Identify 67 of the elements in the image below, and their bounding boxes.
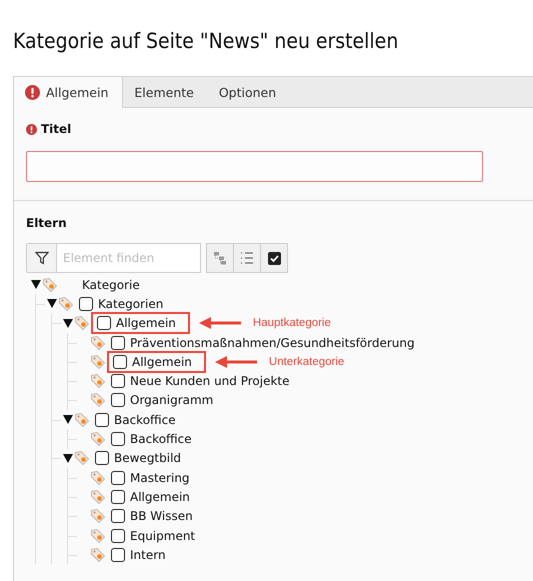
tree-item-label[interactable]: Backoffice xyxy=(114,412,176,427)
tree-item-label[interactable]: Organigramm xyxy=(130,393,214,408)
page-title: Kategorie auf Seite "News" neu erstellen xyxy=(13,28,400,55)
checkbox[interactable] xyxy=(111,470,125,485)
caret-icon[interactable] xyxy=(62,415,72,424)
checkbox[interactable] xyxy=(111,528,125,543)
checkbox[interactable] xyxy=(111,490,125,504)
list-icon xyxy=(240,251,254,265)
tree-item-label[interactable]: Backoffice xyxy=(130,432,192,446)
error-icon xyxy=(25,85,40,100)
tree-item-label[interactable]: Präventionsmaßnahmen/Gesundheitsförderung xyxy=(130,336,415,350)
tree-item-label[interactable]: Neue Kunden und Projekte xyxy=(130,374,290,388)
checkbox[interactable] xyxy=(111,393,125,408)
checkbox-icon xyxy=(268,252,280,264)
tree-item-label[interactable]: Equipment xyxy=(130,528,196,543)
checkbox[interactable] xyxy=(111,336,125,350)
list-button[interactable] xyxy=(233,243,261,273)
checkbox[interactable] xyxy=(113,354,127,369)
checkbox[interactable] xyxy=(111,548,125,562)
tag-icon xyxy=(74,315,90,332)
tree-item-label[interactable]: Kategorie xyxy=(82,278,140,292)
tag-icon xyxy=(90,528,106,544)
tree-item-label[interactable]: Intern xyxy=(130,548,166,562)
search-field[interactable]: Element finden xyxy=(57,243,201,273)
tree-item-label[interactable]: Allgemein xyxy=(130,490,190,504)
arrow-icon xyxy=(198,317,241,330)
tree-item-label[interactable]: Kategorien xyxy=(98,296,164,311)
tag-icon xyxy=(74,450,90,466)
tag-icon xyxy=(90,392,106,408)
tab[interactable]: Allgemein xyxy=(14,77,124,108)
tree-item-label[interactable]: Mastering xyxy=(130,470,190,485)
checkbox[interactable] xyxy=(111,509,125,524)
title-input[interactable] xyxy=(26,151,483,182)
error-icon xyxy=(26,124,37,134)
checkbox[interactable] xyxy=(111,432,125,446)
tag-icon xyxy=(42,276,58,293)
tag-icon xyxy=(90,373,106,390)
checkbox[interactable] xyxy=(95,451,109,466)
tree-item-label[interactable]: BB Wissen xyxy=(130,509,193,524)
tree-item-label[interactable]: Allgemein xyxy=(116,316,176,330)
tag-icon xyxy=(90,354,106,370)
checkbox[interactable] xyxy=(111,374,125,388)
tag-icon xyxy=(74,412,90,428)
tag-icon xyxy=(90,546,106,563)
field-label: Eltern xyxy=(26,216,67,230)
filter-button[interactable] xyxy=(26,243,57,273)
caret-icon[interactable] xyxy=(62,454,72,463)
field-label: Titel xyxy=(41,122,72,136)
filter-icon xyxy=(34,251,48,265)
tree-item-label[interactable]: Bewegtbild xyxy=(114,451,182,466)
tag-icon xyxy=(90,431,106,448)
arrow-icon xyxy=(214,356,257,368)
select-all-button[interactable] xyxy=(260,243,288,273)
tab[interactable]: Optionen xyxy=(208,77,290,107)
tag-icon xyxy=(90,508,106,524)
tag-icon xyxy=(90,334,106,351)
tree-item-label[interactable]: Allgemein xyxy=(132,354,192,369)
checkbox[interactable] xyxy=(95,412,109,427)
tag-icon xyxy=(90,470,106,486)
checkbox[interactable] xyxy=(79,296,93,311)
annotation-text: Hauptkategorie xyxy=(252,317,331,330)
checkbox[interactable] xyxy=(97,316,111,330)
annotation-text: Unterkategorie xyxy=(268,356,344,368)
tab[interactable]: Elemente xyxy=(123,77,208,107)
folder-tree-icon xyxy=(213,251,227,265)
tag-icon xyxy=(58,296,74,312)
tag-icon xyxy=(90,488,106,505)
